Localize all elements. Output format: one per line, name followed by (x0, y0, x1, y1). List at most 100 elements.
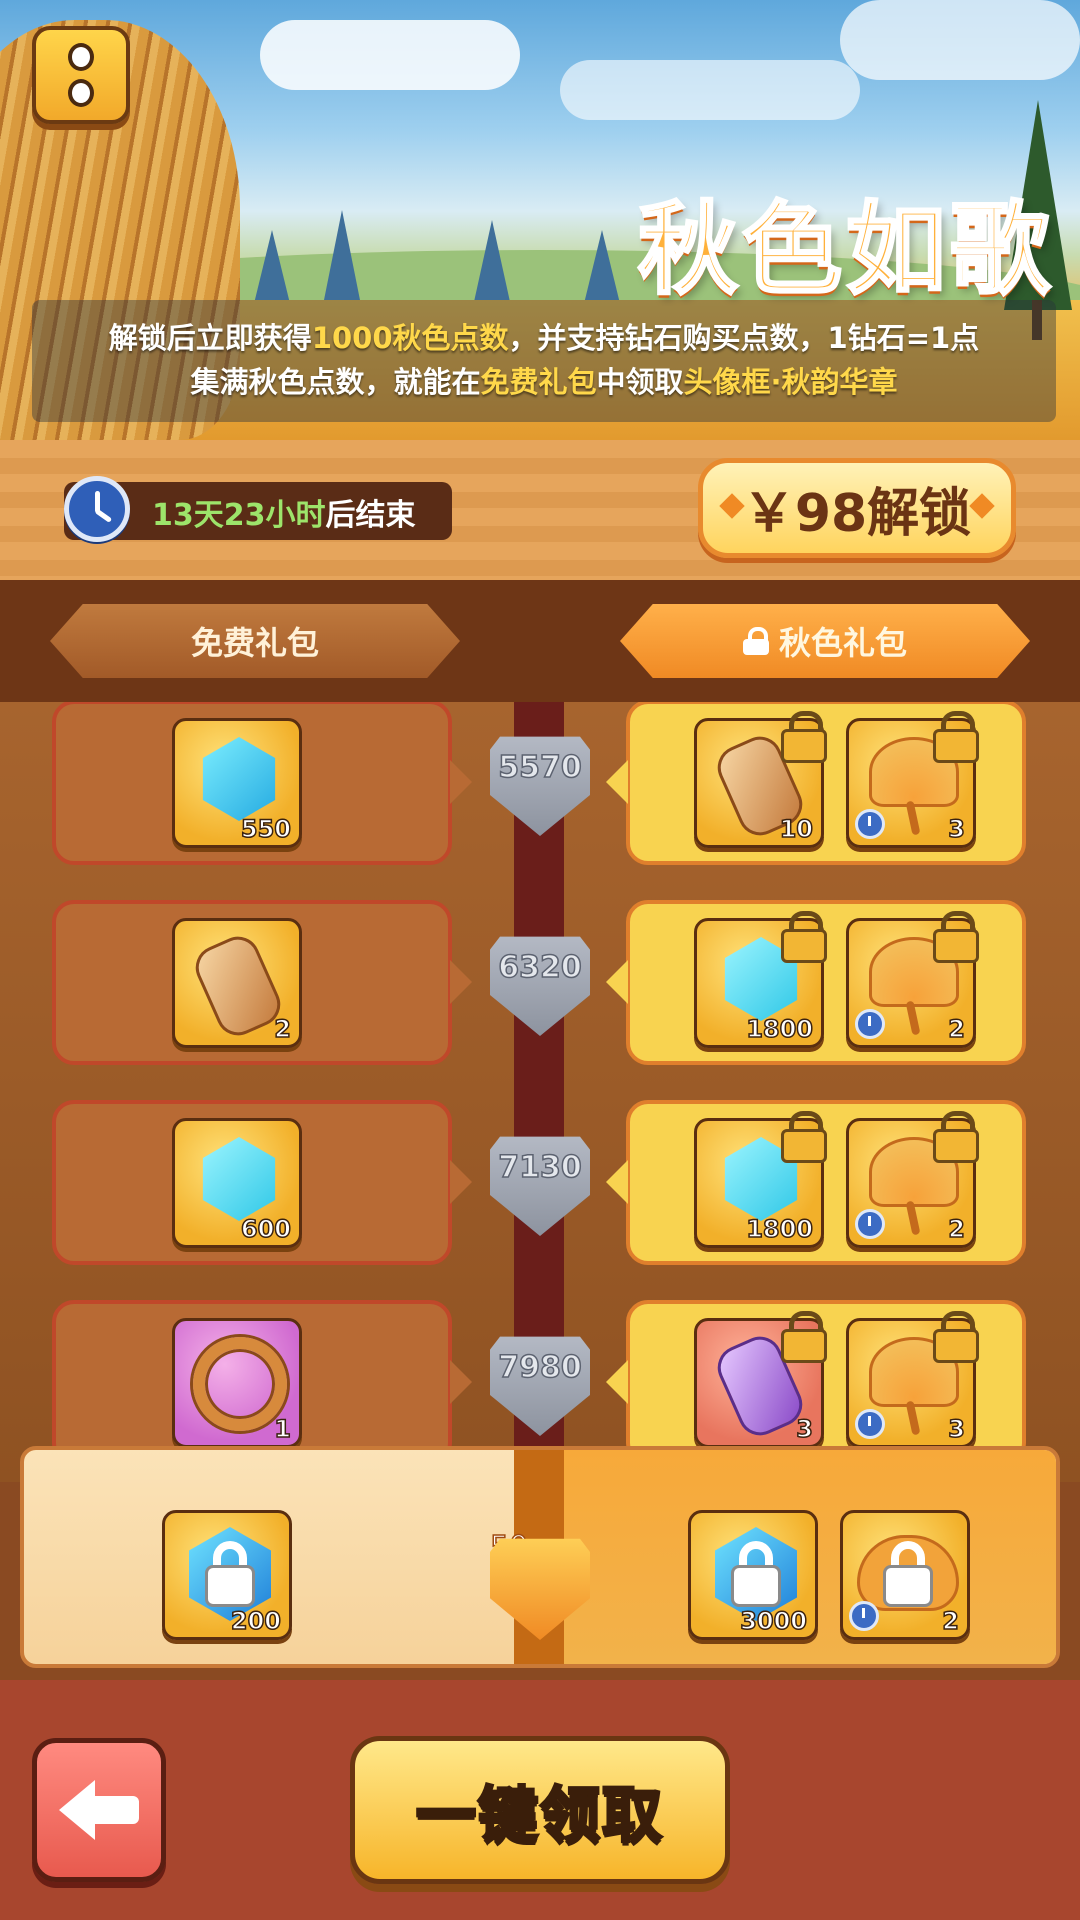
item-quantity: 2 (274, 1014, 292, 1044)
tab-free-label: 免费礼包 (190, 624, 319, 662)
timer-icon (855, 1009, 885, 1039)
item-quantity: 550 (240, 814, 292, 844)
info-line-2: 集满秋色点数，就能在免费礼包中领取头像框·秋韵华章 (32, 360, 1056, 404)
reward-row: 600 7130 1800 2 (0, 1100, 1080, 1270)
lock-icon (883, 1565, 933, 1607)
item-quantity: 10 (779, 814, 814, 844)
info-text: 解锁后立即获得 (108, 321, 312, 355)
item-quantity: 1 (274, 1414, 292, 1444)
free-reward-card: 550 (52, 702, 472, 865)
points-badge: 7130 (490, 1128, 590, 1236)
item-quantity: 2 (948, 1014, 966, 1044)
sparkle-icon (719, 493, 745, 519)
event-banner: 秋色如歌 解锁后立即获得1000秋色点数，并支持钻石购买点数，1钻石=1点 集满… (0, 0, 1080, 440)
padlock-icon (779, 911, 827, 963)
item-quantity: 3000 (739, 1606, 807, 1636)
reward-item[interactable]: 10 (694, 711, 827, 848)
reward-row: 1 7980 3 3 (0, 1300, 1080, 1470)
item-quantity: 2 (948, 1214, 966, 1244)
sparkle-icon (969, 493, 995, 519)
item-quantity: 3 (796, 1414, 814, 1444)
item-quantity: 1800 (745, 1214, 813, 1244)
free-reward-card: 2 (52, 900, 472, 1065)
points-badge: 6320 (490, 928, 590, 1036)
reward-item[interactable]: 600 (172, 1118, 302, 1248)
free-reward-card: 1 (52, 1300, 472, 1465)
reward-item[interactable]: 2 (846, 911, 979, 1048)
reward-item[interactable]: 1800 (694, 1111, 827, 1248)
points-badge: 7980 (490, 1328, 590, 1436)
event-title: 秋色如歌 (637, 189, 1054, 310)
reward-item[interactable]: 2 (172, 918, 302, 1048)
padlock-icon (779, 711, 827, 763)
item-quantity: 1800 (745, 1014, 813, 1044)
reward-list[interactable]: 550 5570 10 3 2 6320 1800 2 600 7130 180… (0, 702, 1080, 1482)
claim-all-label: 一键领取 (415, 1779, 664, 1852)
tab-premium-label: 秋色礼包 (778, 624, 907, 662)
cloud-decoration (560, 60, 860, 120)
timer-icon (855, 809, 885, 839)
back-button[interactable] (32, 1738, 166, 1882)
reward-item[interactable]: 3 (846, 1311, 979, 1448)
menu-dot-icon (68, 79, 94, 107)
menu-button[interactable] (32, 26, 130, 124)
blue-gem-icon (202, 737, 276, 821)
premium-reward-card: 1800 2 (606, 1100, 1026, 1265)
padlock-icon (931, 911, 979, 963)
points-value: 6320 (498, 949, 583, 986)
final-premium-reward-item[interactable]: 3000 (688, 1510, 818, 1640)
countdown-text: 13天23小时后结束 (152, 490, 416, 534)
padlock-icon (931, 711, 979, 763)
item-quantity: 3 (948, 1414, 966, 1444)
premium-reward-card: 10 3 (606, 702, 1026, 865)
countdown-value: 13天23小时 (152, 498, 326, 533)
timer-icon (855, 1209, 885, 1239)
padlock-icon (779, 1111, 827, 1163)
padlock-icon (779, 1311, 827, 1363)
points-value: 7980 (498, 1349, 583, 1386)
info-text: 集满秋色点数，就能在 (190, 365, 481, 399)
reward-row: 550 5570 10 3 (0, 702, 1080, 870)
cloud-decoration (260, 20, 520, 90)
claim-all-button[interactable]: 一键领取 (350, 1736, 730, 1884)
event-info-box: 解锁后立即获得1000秋色点数，并支持钻石购买点数，1钻石=1点 集满秋色点数，… (32, 300, 1056, 422)
lock-icon (731, 1565, 781, 1607)
reward-item[interactable]: 3 (846, 711, 979, 848)
unlock-button[interactable]: ￥98解锁 (698, 458, 1016, 558)
scroll-icon (188, 929, 288, 1043)
lock-icon (742, 627, 769, 655)
reward-item[interactable]: 550 (172, 718, 302, 848)
timer-icon (855, 1409, 885, 1439)
reward-item[interactable]: 1800 (694, 911, 827, 1048)
autumn-wreath-frame-icon (193, 1337, 287, 1431)
padlock-icon (931, 1111, 979, 1163)
info-highlight: 免费礼包 (480, 365, 597, 399)
menu-dot-icon (68, 43, 94, 71)
reward-row: 2 6320 1800 2 (0, 900, 1080, 1070)
tab-free-pack[interactable]: 免费礼包 (50, 604, 460, 678)
lock-icon (205, 1565, 255, 1607)
tab-premium-pack[interactable]: 秋色礼包 (620, 604, 1030, 678)
reward-item[interactable]: 3 (694, 1311, 827, 1448)
item-quantity: 2 (942, 1606, 960, 1636)
reward-item[interactable]: 2 (846, 1111, 979, 1248)
final-premium-reward-item[interactable]: 2 (840, 1510, 970, 1640)
clock-icon (64, 476, 130, 542)
info-highlight: 头像框·秋韵华章 (683, 365, 898, 399)
premium-reward-card: 3 3 (606, 1300, 1026, 1465)
back-arrow-icon (59, 1780, 139, 1840)
unlock-button-label: ￥98解锁 (742, 483, 972, 544)
premium-reward-card: 1800 2 (606, 900, 1026, 1065)
info-text: ，并支持钻石购买点数，1钻石=1点 (508, 321, 980, 355)
reward-item[interactable]: 1 (172, 1318, 302, 1448)
points-badge: 5570 (490, 728, 590, 836)
final-free-reward-item[interactable]: 200 (162, 1510, 292, 1640)
timer-icon (849, 1601, 879, 1631)
info-text: 中领取 (596, 365, 684, 399)
shield-icon (490, 1538, 590, 1640)
countdown-suffix: 后结束 (325, 498, 416, 533)
item-quantity: 3 (948, 814, 966, 844)
info-highlight: 1000秋色点数 (311, 321, 509, 355)
info-line-1: 解锁后立即获得1000秋色点数，并支持钻石购买点数，1钻石=1点 (32, 316, 1056, 360)
padlock-icon (931, 1311, 979, 1363)
